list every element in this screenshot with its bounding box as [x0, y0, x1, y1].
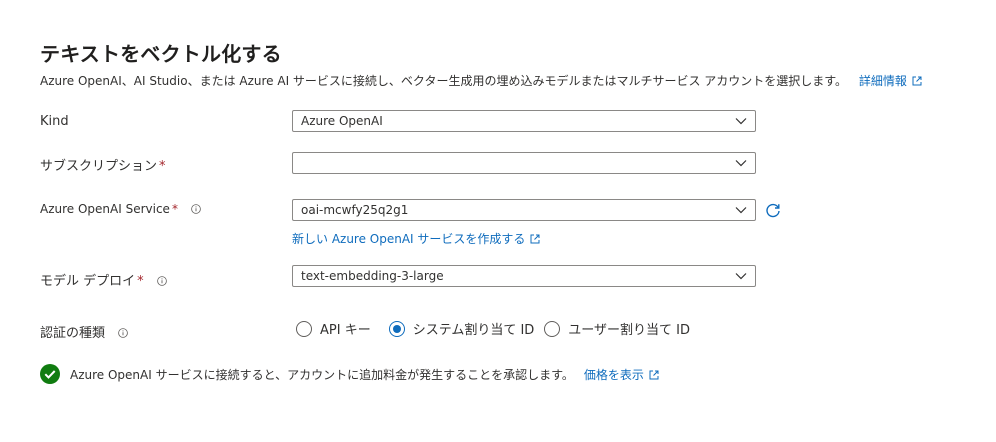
learn-more-label: 詳細情報: [858, 74, 907, 88]
model-deploy-label: モデル デプロイ *: [40, 270, 167, 289]
chevron-down-icon: [735, 160, 747, 167]
radio-system-assigned-id[interactable]: システム割り当て ID: [388, 319, 535, 338]
refresh-icon[interactable]: [764, 202, 782, 220]
external-link-icon: [530, 234, 540, 244]
radio-circle[interactable]: [296, 320, 312, 337]
checkmark-circle-icon[interactable]: [40, 364, 60, 384]
create-openai-service-label: 新しい Azure OpenAI サービスを作成する: [292, 232, 526, 246]
chevron-down-icon: [735, 273, 747, 280]
view-pricing-label: 価格を表示: [583, 367, 644, 382]
radio-label: システム割り当て ID: [412, 323, 535, 338]
subscription-label: サブスクリプション *: [40, 155, 166, 174]
radio-label: API キー: [320, 323, 371, 338]
acknowledge-row: Azure OpenAI サービスに接続すると、アカウントに追加料金が発生するこ…: [40, 364, 659, 384]
openai-service-label: Azure OpenAI Service *: [40, 202, 201, 216]
openai-service-label-text: Azure OpenAI Service: [40, 202, 170, 216]
model-deploy-value: text-embedding-3-large: [301, 269, 444, 283]
description: Azure OpenAI、AI Studio、または Azure AI サービス…: [40, 72, 922, 89]
chevron-down-icon: [735, 118, 747, 125]
required-marker: *: [137, 274, 144, 289]
view-pricing-link[interactable]: 価格を表示: [584, 366, 659, 383]
page-title: テキストをベクトル化する: [40, 42, 282, 66]
required-marker: *: [159, 159, 166, 174]
kind-dropdown[interactable]: Azure OpenAI: [292, 110, 756, 132]
model-deploy-label-text: モデル デプロイ: [40, 274, 136, 289]
auth-type-label-text: 認証の種類: [40, 326, 106, 341]
kind-value: Azure OpenAI: [301, 114, 383, 128]
chevron-down-icon: [735, 207, 747, 214]
model-deploy-dropdown[interactable]: text-embedding-3-large: [292, 265, 756, 287]
external-link-icon: [912, 76, 922, 86]
openai-service-dropdown[interactable]: oai-mcwfy25q2g1: [292, 199, 756, 221]
info-icon[interactable]: [190, 204, 201, 214]
acknowledge-text: Azure OpenAI サービスに接続すると、アカウントに追加料金が発生するこ…: [70, 367, 574, 382]
openai-service-value: oai-mcwfy25q2g1: [301, 203, 409, 217]
create-openai-service-link[interactable]: 新しい Azure OpenAI サービスを作成する: [292, 230, 540, 247]
description-text: Azure OpenAI、AI Studio、または Azure AI サービス…: [40, 74, 848, 88]
info-icon[interactable]: [118, 328, 128, 338]
learn-more-link[interactable]: 詳細情報: [859, 74, 922, 88]
subscription-dropdown[interactable]: [292, 152, 756, 174]
kind-label: Kind: [40, 114, 69, 129]
radio-label: ユーザー割り当て ID: [568, 323, 691, 338]
external-link-icon: [649, 370, 659, 379]
auth-type-radio-group: API キー システム割り当て ID ユーザー割り当て ID: [296, 319, 690, 338]
radio-user-assigned-id[interactable]: ユーザー割り当て ID: [544, 319, 690, 338]
radio-circle[interactable]: [544, 320, 561, 337]
required-marker: *: [171, 202, 178, 216]
radio-circle-selected[interactable]: [388, 320, 405, 337]
radio-api-key[interactable]: API キー: [296, 319, 371, 338]
kind-label-text: Kind: [40, 114, 69, 129]
auth-type-label: 認証の種類: [40, 322, 128, 341]
subscription-label-text: サブスクリプション: [40, 159, 158, 174]
info-icon[interactable]: [156, 276, 167, 286]
